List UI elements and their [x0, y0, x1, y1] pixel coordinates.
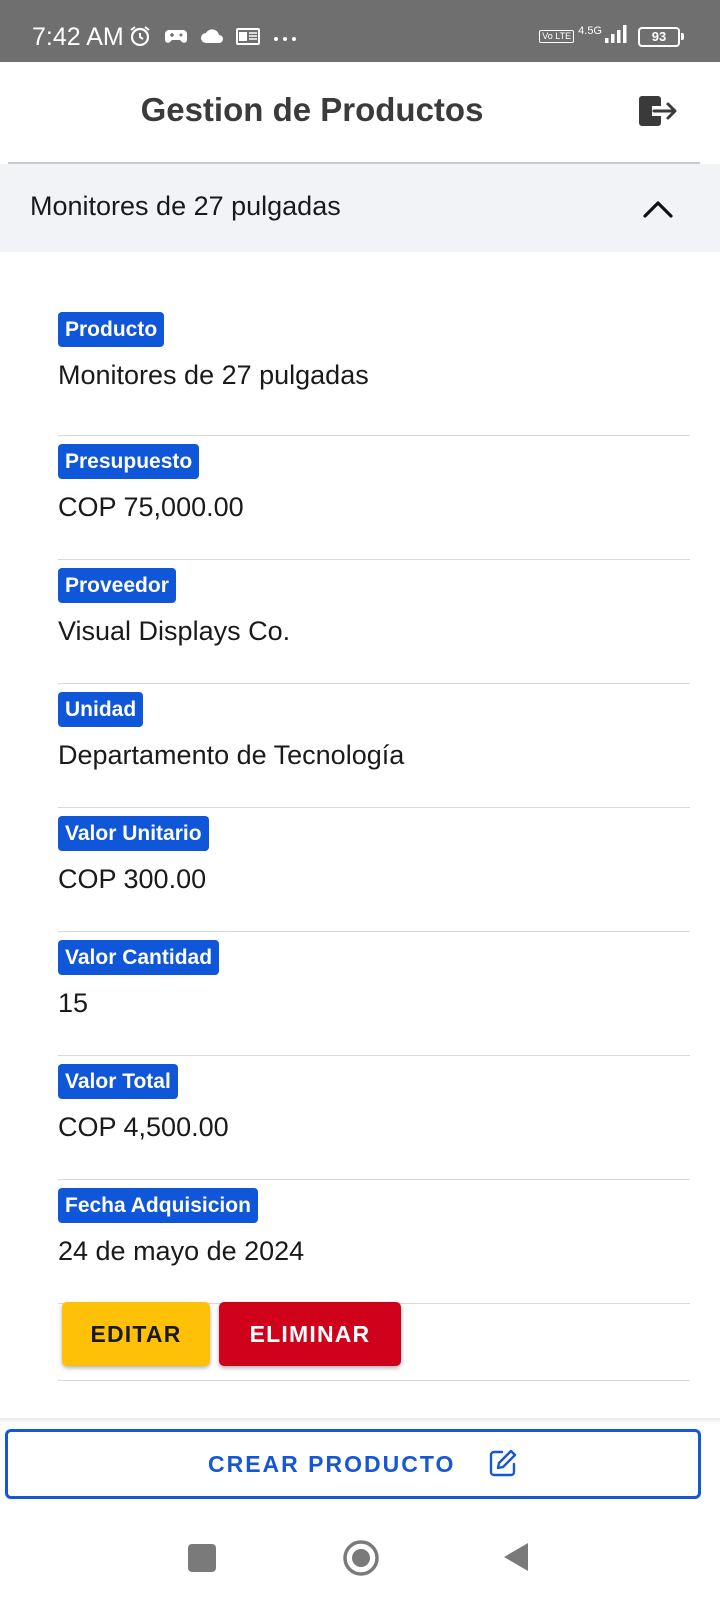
- status-time: 7:42 AM: [32, 23, 124, 51]
- status-bar: 7:42 AM Vo LTE 4.5G 93: [0, 0, 720, 62]
- edit-icon: [489, 1449, 517, 1477]
- field-value: COP 75,000.00: [58, 492, 244, 522]
- field-fecha-adquisicion: Fecha Adquisicion 24 de mayo de 2024: [58, 1180, 690, 1304]
- field-valor-cantidad: Valor Cantidad 15: [58, 932, 690, 1056]
- field-label: Unidad: [58, 692, 144, 727]
- alarm-icon: [128, 24, 152, 53]
- outlook-icon: [236, 26, 260, 51]
- field-label: Proveedor: [58, 568, 176, 603]
- field-label: Valor Cantidad: [58, 940, 220, 975]
- home-button[interactable]: [340, 1537, 382, 1579]
- field-label: Valor Unitario: [58, 816, 209, 851]
- field-unidad: Unidad Departamento de Tecnología: [58, 684, 690, 808]
- notification-icons: [128, 24, 310, 53]
- logout-icon: [639, 96, 677, 126]
- field-label: Producto: [58, 312, 165, 347]
- create-product-button[interactable]: CREAR PRODUCTO: [5, 1429, 701, 1499]
- volte-indicator: Vo LTE: [539, 30, 575, 43]
- system-nav-bar: [0, 1510, 720, 1600]
- field-label: Presupuesto: [58, 444, 200, 479]
- field-producto: Producto Monitores de 27 pulgadas: [58, 312, 690, 436]
- field-presupuesto: Presupuesto COP 75,000.00: [58, 436, 690, 560]
- field-value: COP 4,500.00: [58, 1112, 229, 1142]
- accordion-title: Monitores de 27 pulgadas: [30, 191, 341, 221]
- system-icons: Vo LTE 4.5G 93: [539, 24, 684, 49]
- field-value: 24 de mayo de 2024: [58, 1236, 305, 1266]
- field-proveedor: Proveedor Visual Displays Co.: [58, 560, 690, 684]
- more-icon: [272, 30, 298, 48]
- edit-button[interactable]: EDITAR: [62, 1302, 210, 1366]
- logout-button[interactable]: [636, 90, 678, 132]
- chevron-up-icon: [643, 201, 673, 218]
- bottom-bar-shadow: [0, 1418, 720, 1424]
- field-label: Fecha Adquisicion: [58, 1188, 258, 1223]
- field-valor-unitario: Valor Unitario COP 300.00: [58, 808, 690, 932]
- product-details: Producto Monitores de 27 pulgadas Presup…: [58, 312, 690, 1304]
- recents-button[interactable]: [188, 1544, 216, 1572]
- network-type: 4.5G: [578, 24, 602, 37]
- field-value: COP 300.00: [58, 864, 207, 894]
- field-valor-total: Valor Total COP 4,500.00: [58, 1056, 690, 1180]
- app-bar: Gestion de Productos: [0, 62, 720, 162]
- product-accordion-header[interactable]: Monitores de 27 pulgadas: [0, 164, 720, 252]
- page-title: Gestion de Productos: [140, 91, 484, 128]
- product-actions: EDITAR ELIMINAR: [58, 1288, 690, 1381]
- create-product-label: CREAR PRODUCTO: [208, 1451, 456, 1477]
- signal-icon: [604, 24, 630, 49]
- field-label: Valor Total: [58, 1064, 178, 1099]
- field-value: Visual Displays Co.: [58, 616, 291, 646]
- battery-icon: 93: [638, 26, 684, 47]
- game-controller-icon: [164, 26, 188, 51]
- battery-level: 93: [638, 26, 680, 47]
- field-value: Departamento de Tecnología: [58, 740, 405, 770]
- back-button[interactable]: [502, 1541, 530, 1573]
- delete-button[interactable]: ELIMINAR: [219, 1302, 401, 1366]
- field-value: 15: [58, 988, 89, 1018]
- cloud-icon: [200, 27, 224, 50]
- field-value: Monitores de 27 pulgadas: [58, 360, 369, 390]
